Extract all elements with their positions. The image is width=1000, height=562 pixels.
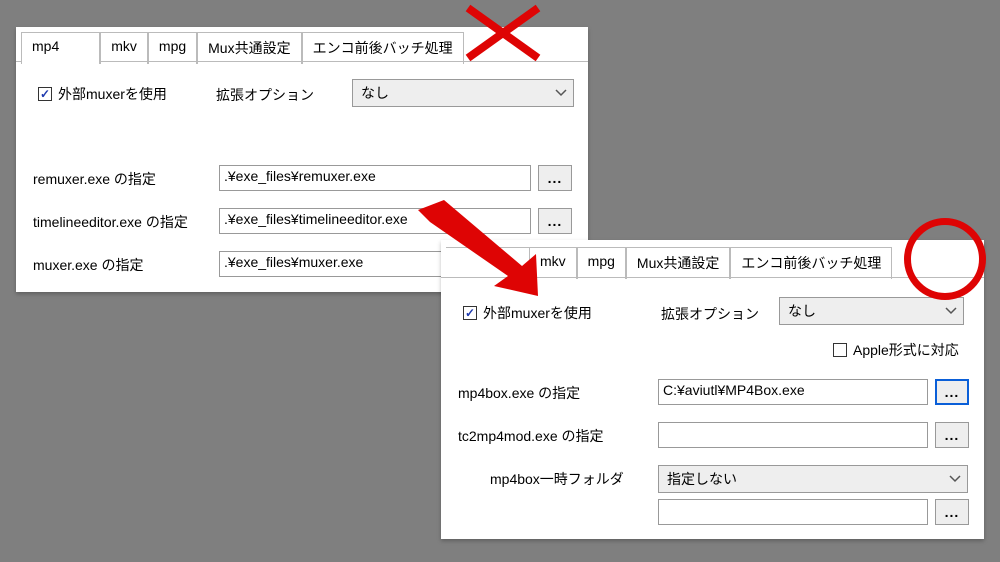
tab-b-batch[interactable]: エンコ前後バッチ処理	[730, 247, 892, 279]
timelineeditor-input[interactable]: .¥exe_files¥timelineeditor.exe	[219, 208, 531, 234]
timelineeditor-label: timelineeditor.exe の指定	[33, 212, 188, 232]
chevron-down-icon	[949, 475, 961, 483]
apple-format-label: Apple形式に対応	[853, 340, 959, 360]
ext-opt-select-a[interactable]: なし	[352, 79, 574, 107]
tc2mp4mod-browse[interactable]: ...	[935, 422, 969, 448]
muxer-label: muxer.exe の指定	[33, 255, 143, 275]
chevron-down-icon	[555, 89, 567, 97]
tab-a-mp4[interactable]: mp4	[21, 32, 100, 64]
tab-b-hidden[interactable]	[446, 247, 529, 279]
tab-a-mux-common[interactable]: Mux共通設定	[197, 32, 301, 64]
checkbox-icon	[833, 343, 847, 357]
tab-a-batch[interactable]: エンコ前後バッチ処理	[302, 32, 464, 64]
checkbox-icon: ✓	[463, 306, 477, 320]
tab-a-mpg[interactable]: mpg	[148, 32, 197, 64]
panel-b-correct: mkv mpg Mux共通設定 エンコ前後バッチ処理 ✓ 外部muxerを使用 …	[441, 240, 984, 539]
ext-opt-value-a: なし	[361, 83, 389, 103]
mp4box-label: mp4box.exe の指定	[458, 383, 580, 403]
mp4box-tmpdir-input[interactable]	[658, 499, 928, 525]
use-external-muxer-b[interactable]: ✓ 外部muxerを使用	[463, 303, 592, 323]
ext-opt-value-b: なし	[788, 301, 816, 321]
ext-opt-label-a: 拡張オプション	[216, 85, 314, 105]
remuxer-input[interactable]: .¥exe_files¥remuxer.exe	[219, 165, 531, 191]
use-external-muxer-label: 外部muxerを使用	[483, 303, 592, 323]
tab-b-mpg[interactable]: mpg	[577, 247, 626, 279]
timelineeditor-browse[interactable]: ...	[538, 208, 572, 234]
mp4box-tmpdir-label: mp4box一時フォルダ	[490, 469, 624, 489]
tc2mp4mod-input[interactable]	[658, 422, 928, 448]
tab-b-mkv[interactable]: mkv	[529, 247, 577, 279]
mp4box-browse[interactable]: ...	[935, 379, 969, 405]
mp4box-tmpdir-browse[interactable]: ...	[935, 499, 969, 525]
checkbox-icon: ✓	[38, 87, 52, 101]
tc2mp4mod-label: tc2mp4mod.exe の指定	[458, 426, 604, 446]
tabbar-a: mp4 mkv mpg Mux共通設定 エンコ前後バッチ処理	[21, 32, 464, 64]
ext-opt-label-b: 拡張オプション	[661, 304, 759, 324]
tab-underline-a	[16, 61, 588, 62]
remuxer-browse[interactable]: ...	[538, 165, 572, 191]
tab-underline-b	[441, 277, 984, 278]
use-external-muxer-a[interactable]: ✓ 外部muxerを使用	[38, 84, 167, 104]
use-external-muxer-label: 外部muxerを使用	[58, 84, 167, 104]
apple-format-checkbox[interactable]: Apple形式に対応	[833, 340, 959, 360]
mp4box-input[interactable]: C:¥aviutl¥MP4Box.exe	[658, 379, 928, 405]
ext-opt-select-b[interactable]: なし	[779, 297, 964, 325]
chevron-down-icon	[945, 307, 957, 315]
tab-a-mkv[interactable]: mkv	[100, 32, 148, 64]
tabbar-b: mkv mpg Mux共通設定 エンコ前後バッチ処理	[446, 247, 892, 279]
remuxer-label: remuxer.exe の指定	[33, 169, 156, 189]
mp4box-tmpdir-select-value: 指定しない	[667, 469, 737, 489]
tab-b-mux-common[interactable]: Mux共通設定	[626, 247, 730, 279]
mp4box-tmpdir-select[interactable]: 指定しない	[658, 465, 968, 493]
